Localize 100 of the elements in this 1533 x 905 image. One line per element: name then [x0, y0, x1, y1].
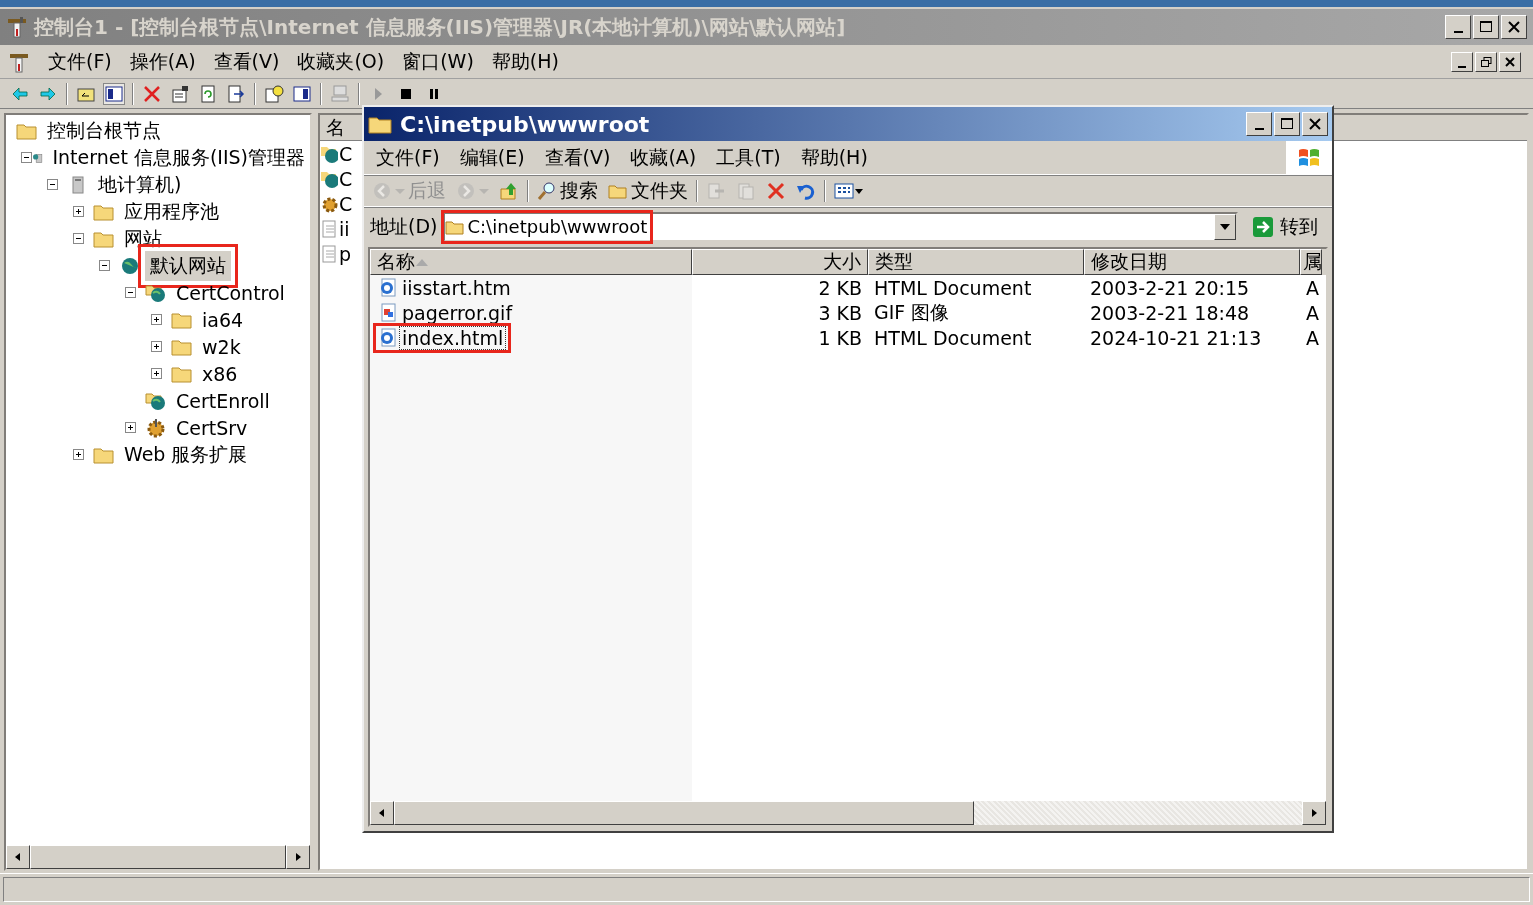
expander-icon[interactable] [99, 260, 110, 271]
search-button[interactable]: 搜索 [535, 178, 600, 204]
column-header[interactable]: 名 [320, 114, 345, 141]
menu-item[interactable]: 编辑(E) [459, 144, 525, 171]
folders-button[interactable]: 文件夹 [606, 178, 690, 204]
column-header[interactable]: 名称 [370, 249, 692, 275]
file-size: 1 KB [817, 326, 863, 349]
flag-icon [1297, 146, 1321, 169]
scroll-left-button[interactable] [6, 845, 30, 869]
go-button[interactable]: 转到 [1244, 213, 1326, 240]
menu-item[interactable]: 收藏(A) [630, 144, 697, 171]
file-name[interactable]: pagerror.gif [399, 300, 516, 325]
tree-item[interactable]: 默认网站 [145, 250, 231, 281]
list-item[interactable]: C [339, 142, 353, 165]
address-field[interactable]: C:\inetpub\wwwroot [443, 211, 1238, 242]
menu-item[interactable]: 帮助(H) [800, 144, 868, 171]
maximize-button[interactable] [1473, 15, 1499, 39]
expander-icon[interactable] [73, 233, 84, 244]
tree-item[interactable]: CertEnroll [171, 387, 275, 414]
menu-item[interactable]: 操作(A) [129, 48, 196, 75]
close-button[interactable] [1499, 51, 1521, 72]
scroll-right-button[interactable] [1302, 801, 1326, 825]
minimize-icon [1254, 128, 1264, 130]
tree-item[interactable]: ia64 [197, 306, 249, 333]
list-item[interactable]: C [339, 167, 353, 190]
menu-item[interactable]: 窗口(W) [402, 48, 474, 75]
minimize-button[interactable] [1445, 15, 1471, 39]
menu-item[interactable]: 查看(V) [544, 144, 611, 171]
column-header[interactable]: 大小 [692, 249, 868, 275]
views-button[interactable] [832, 181, 866, 201]
menu-item[interactable]: 文件(F) [376, 144, 440, 171]
menu-item[interactable]: 文件(F) [48, 48, 112, 75]
file-attribute: A [1305, 326, 1320, 349]
maximize-icon [1280, 117, 1294, 131]
menu-item[interactable]: 查看(V) [213, 48, 280, 75]
caret-icon [479, 188, 489, 194]
menu-item[interactable]: 帮助(H) [491, 48, 559, 75]
dropdown-button[interactable] [1214, 213, 1236, 240]
expander-icon[interactable] [73, 206, 84, 217]
minimize-button[interactable] [1246, 112, 1272, 136]
gear-icon [145, 417, 167, 438]
file-size: 2 KB [817, 276, 863, 299]
expander-icon[interactable] [151, 368, 162, 379]
window-title: C:\inetpub\wwwroot [400, 111, 650, 137]
globe-folder-icon [145, 282, 167, 303]
file-attribute: A [1305, 301, 1320, 324]
close-icon [1504, 55, 1516, 68]
expander-icon[interactable] [125, 422, 136, 433]
restore-button[interactable] [1475, 51, 1497, 72]
scroll-left-button[interactable] [370, 801, 394, 825]
panel-icon[interactable] [104, 83, 124, 104]
refresh-icon[interactable] [198, 83, 218, 104]
minimize-button[interactable] [1451, 51, 1473, 72]
scrollbar-thumb[interactable] [30, 845, 286, 869]
address-label: 地址(D) [370, 213, 438, 239]
tree-item[interactable]: CertSrv [171, 414, 253, 441]
list-item[interactable]: p [339, 242, 352, 265]
tree-item[interactable]: x86 [197, 360, 243, 387]
expander-icon[interactable] [151, 314, 162, 325]
help-icon[interactable] [264, 83, 284, 104]
expander-icon[interactable] [125, 287, 136, 298]
expander-icon[interactable] [47, 179, 58, 190]
expander-icon[interactable] [151, 341, 162, 352]
panel-icon[interactable] [292, 83, 312, 104]
console-icon [6, 15, 28, 39]
left-arrow-icon [13, 852, 23, 862]
expander-icon[interactable] [21, 152, 32, 163]
file-name[interactable]: index.html [399, 325, 507, 350]
export-icon[interactable] [226, 83, 246, 104]
left-arrow-icon [377, 808, 387, 818]
file-attribute: A [1305, 276, 1320, 299]
globe-folder-icon [145, 390, 167, 411]
close-button[interactable] [1302, 112, 1328, 136]
minimize-icon [1453, 31, 1463, 33]
scrollbar-thumb[interactable] [394, 801, 974, 825]
tree-item[interactable]: w2k [197, 333, 246, 360]
scroll-right-button[interactable] [286, 845, 310, 869]
file-type: GIF 图像 [873, 299, 951, 325]
address-text: C:\inetpub\wwwroot [467, 216, 648, 237]
file-date: 2003-2-21 18:48 [1089, 301, 1251, 324]
properties-icon[interactable] [170, 83, 190, 104]
views-icon [834, 181, 864, 201]
expander-icon[interactable] [73, 449, 84, 460]
tree-item[interactable]: CertControl [171, 279, 290, 306]
delete-icon[interactable] [142, 83, 162, 104]
web-page-icon [378, 327, 398, 348]
column-header[interactable]: 类型 [868, 249, 1084, 275]
list-item[interactable]: ii [339, 217, 350, 240]
sort-arrow-icon [415, 257, 429, 267]
maximize-icon [1479, 20, 1493, 34]
file-name[interactable]: iisstart.htm [399, 275, 514, 300]
tree-item[interactable]: Web 服务扩展 [119, 439, 253, 470]
menu-item[interactable]: 工具(T) [716, 144, 781, 171]
column-header[interactable]: 属 [1300, 249, 1322, 275]
list-item[interactable]: C [339, 192, 353, 215]
column-header[interactable]: 修改日期 [1084, 249, 1300, 275]
close-button[interactable] [1501, 15, 1527, 39]
delete-icon [766, 181, 786, 201]
menu-item[interactable]: 收藏夹(O) [297, 48, 385, 75]
maximize-button[interactable] [1274, 112, 1300, 136]
